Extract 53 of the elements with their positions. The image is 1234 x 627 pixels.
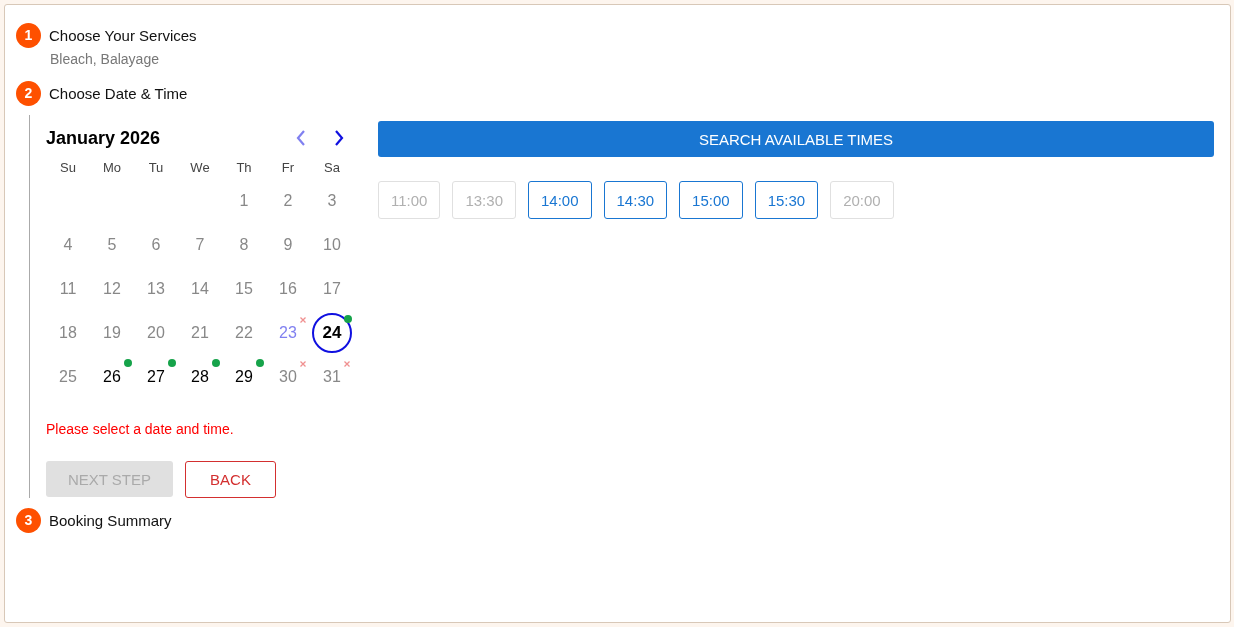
weekday-label: Mo bbox=[101, 159, 123, 177]
calendar-day: 25 bbox=[48, 357, 88, 397]
calendar-day: 30 bbox=[268, 357, 308, 397]
calendar-day: 14 bbox=[180, 269, 220, 309]
calendar-day: 15 bbox=[224, 269, 264, 309]
calendar-day: 20 bbox=[136, 313, 176, 353]
weekday-label: Th bbox=[235, 159, 253, 177]
step-number-badge: 1 bbox=[16, 22, 41, 48]
calendar-day: 10 bbox=[312, 225, 352, 265]
calendar-day: 13 bbox=[136, 269, 176, 309]
calendar-day: 17 bbox=[312, 269, 352, 309]
calendar-day: 22 bbox=[224, 313, 264, 353]
calendar-day: 4 bbox=[48, 225, 88, 265]
time-slot-button[interactable]: 14:00 bbox=[528, 181, 592, 219]
back-button[interactable]: BACK bbox=[185, 461, 276, 498]
weekday-label: Fr bbox=[280, 159, 296, 177]
calendar-day: 11 bbox=[48, 269, 88, 309]
calendar-day: 8 bbox=[224, 225, 264, 265]
calendar-day: 18 bbox=[48, 313, 88, 353]
calendar-day: 7 bbox=[180, 225, 220, 265]
calendar-day: 31 bbox=[312, 357, 352, 397]
calendar-day: 2 bbox=[268, 181, 308, 221]
calendar-day[interactable]: 29 bbox=[224, 357, 264, 397]
calendar-day: 12 bbox=[92, 269, 132, 309]
next-month-icon[interactable] bbox=[334, 130, 344, 146]
step-title: Choose Your Services bbox=[49, 26, 197, 44]
weekday-label: We bbox=[189, 159, 211, 177]
search-times-button[interactable]: SEARCH AVAILABLE TIMES bbox=[378, 121, 1214, 157]
calendar-day[interactable]: 26 bbox=[92, 357, 132, 397]
weekday-label: Su bbox=[59, 159, 77, 177]
weekday-label: Sa bbox=[323, 159, 341, 177]
calendar-day: 16 bbox=[268, 269, 308, 309]
weekday-label: Tu bbox=[147, 159, 165, 177]
error-message: Please select a date and time. bbox=[46, 421, 235, 437]
month-title: January 2026 bbox=[46, 127, 161, 149]
calendar-day: 9 bbox=[268, 225, 308, 265]
calendar-day: 19 bbox=[92, 313, 132, 353]
calendar-day: 3 bbox=[312, 181, 352, 221]
calendar-day: 1 bbox=[224, 181, 264, 221]
calendar-day[interactable]: 28 bbox=[180, 357, 220, 397]
step-title: Choose Date & Time bbox=[49, 84, 188, 102]
step-number-badge: 3 bbox=[16, 507, 41, 533]
step-summary: Bleach, Balayage bbox=[50, 51, 160, 67]
calendar-day[interactable]: 27 bbox=[136, 357, 176, 397]
calendar-day: 6 bbox=[136, 225, 176, 265]
calendar-day: 21 bbox=[180, 313, 220, 353]
time-slot-button[interactable]: 15:30 bbox=[754, 181, 819, 219]
step-number-badge: 2 bbox=[16, 80, 41, 106]
time-slot-button[interactable]: 15:00 bbox=[679, 181, 743, 219]
calendar-day[interactable]: 23 bbox=[268, 313, 308, 353]
time-slot-button[interactable]: 14:30 bbox=[603, 181, 668, 219]
calendar-day: 5 bbox=[92, 225, 132, 265]
step-title: Booking Summary bbox=[49, 511, 172, 529]
